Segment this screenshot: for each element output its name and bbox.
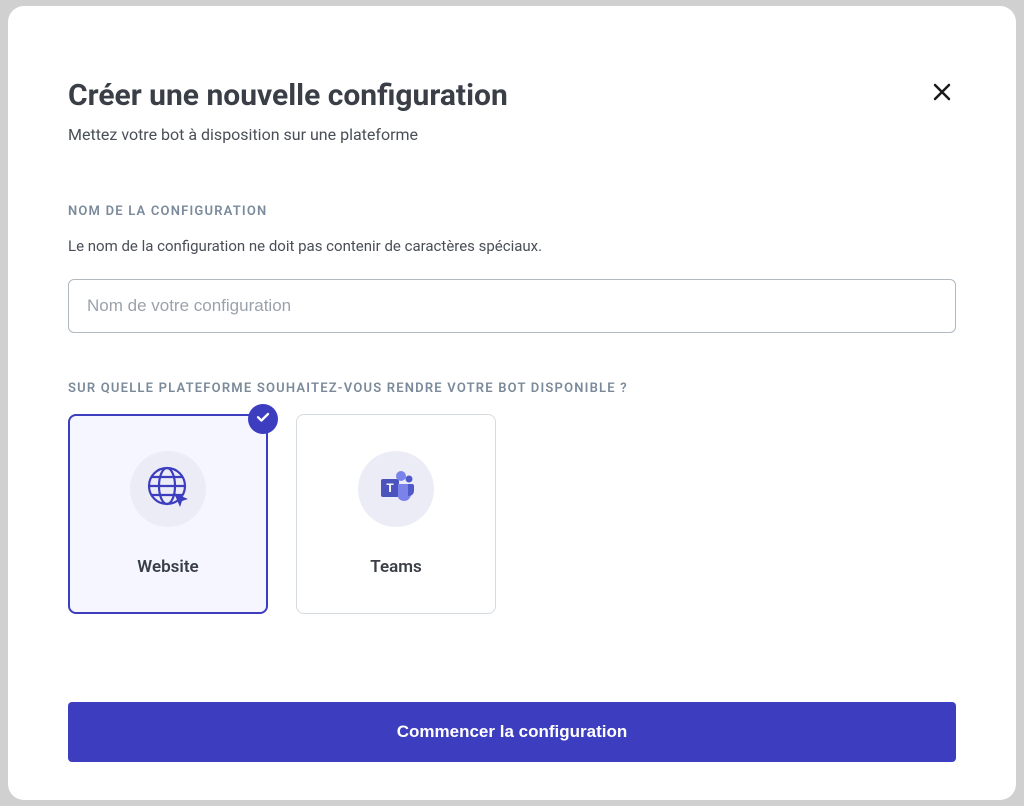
name-section-helper: Le nom de la configuration ne doit pas c… (68, 237, 956, 255)
platform-icon-wrapper (130, 451, 206, 527)
selected-check-badge (248, 404, 278, 434)
name-section-label: NOM DE LA CONFIGURATION (68, 204, 956, 219)
platform-label: Teams (370, 557, 421, 577)
configuration-name-input[interactable] (68, 279, 956, 333)
modal-header-text: Créer une nouvelle configuration Mettez … (68, 78, 928, 144)
platform-icon-wrapper: T (358, 451, 434, 527)
close-icon (932, 81, 952, 108)
create-configuration-modal: Créer une nouvelle configuration Mettez … (8, 6, 1016, 800)
modal-subtitle: Mettez votre bot à disposition sur une p… (68, 125, 928, 144)
platform-card-teams[interactable]: T Teams (296, 414, 496, 614)
close-button[interactable] (928, 78, 956, 111)
svg-text:T: T (386, 481, 394, 495)
platform-label: Website (137, 557, 198, 577)
modal-header: Créer une nouvelle configuration Mettez … (68, 78, 956, 144)
start-configuration-button[interactable]: Commencer la configuration (68, 702, 956, 762)
configuration-name-section: NOM DE LA CONFIGURATION Le nom de la con… (68, 204, 956, 333)
platform-section-label: SUR QUELLE PLATEFORME SOUHAITEZ-VOUS REN… (68, 381, 956, 396)
platform-card-website[interactable]: Website (68, 414, 268, 614)
platform-cards: Website T Teams (68, 414, 956, 614)
check-icon (255, 409, 271, 429)
modal-title: Créer une nouvelle configuration (68, 78, 928, 113)
platform-section: SUR QUELLE PLATEFORME SOUHAITEZ-VOUS REN… (68, 381, 956, 614)
teams-icon: T (374, 465, 418, 513)
globe-cursor-icon (144, 463, 192, 515)
